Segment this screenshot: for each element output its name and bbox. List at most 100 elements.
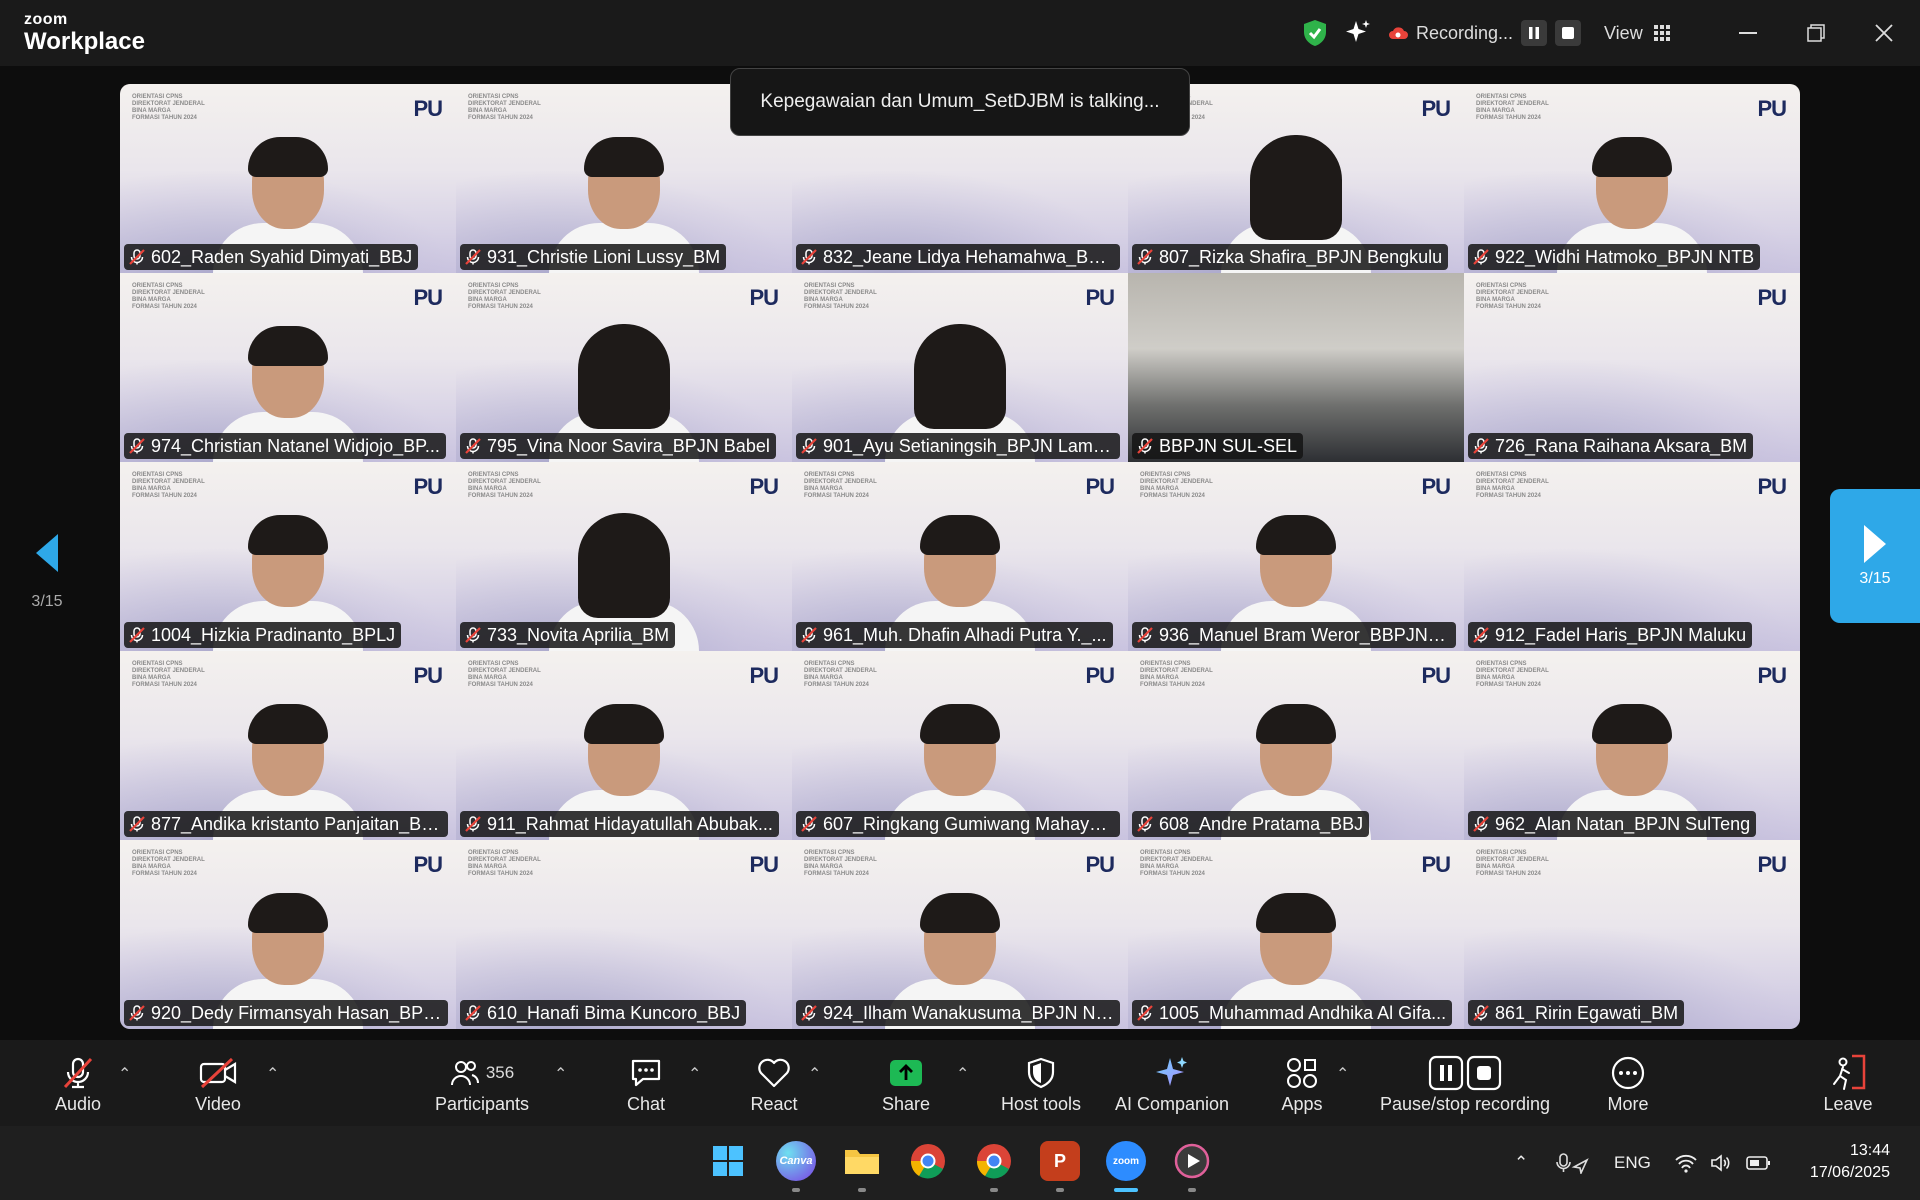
participants-options-caret-icon[interactable]: ⌃ (554, 1064, 567, 1084)
video-button[interactable]: Video (188, 1054, 248, 1118)
participant-video-tile[interactable]: ORIENTASI CPNSDIREKTORAT JENDERALBINA MA… (456, 840, 792, 1029)
muted-mic-icon (1137, 438, 1153, 454)
participant-video-tile[interactable]: ORIENTASI CPNSDIREKTORAT JENDERALBINA MA… (1464, 273, 1800, 462)
media-player-icon[interactable] (1172, 1141, 1212, 1181)
participant-video-tile[interactable]: ORIENTASI CPNSDIREKTORAT JENDERALBINA MA… (1128, 462, 1464, 651)
pu-logo: PU (413, 96, 443, 121)
apps-options-caret-icon[interactable]: ⌃ (1336, 1064, 1349, 1084)
ai-companion-button[interactable]: AI Companion (1112, 1054, 1232, 1118)
participant-video-tile[interactable]: ORIENTASI CPNSDIREKTORAT JENDERALBINA MA… (792, 840, 1128, 1029)
stop-recording-button[interactable] (1555, 20, 1582, 46)
participant-video-tile[interactable]: ORIENTASI CPNSDIREKTORAT JENDERALBINA MA… (120, 273, 456, 462)
audio-button[interactable]: Audio (48, 1054, 108, 1118)
participant-video-tile[interactable]: ORIENTASI CPNSDIREKTORAT JENDERALBINA MA… (792, 273, 1128, 462)
participant-name-label: 877_Andika kristanto Panjaitan_BP... (124, 811, 448, 837)
participant-video-tile[interactable]: ORIENTASI CPNSDIREKTORAT JENDERALBINA MA… (1128, 651, 1464, 840)
canva-app-icon[interactable]: Canva (776, 1141, 816, 1181)
participant-name-label: 922_Widhi Hatmoko_BPJN NTB (1468, 244, 1761, 270)
tile-header-text: ORIENTASI CPNSDIREKTORAT JENDERALBINA MA… (804, 283, 894, 311)
chat-button[interactable]: Chat (616, 1054, 676, 1118)
participants-label: Participants (434, 1094, 530, 1114)
participant-video-tile[interactable]: ORIENTASI CPNSDIREKTORAT JENDERALBINA MA… (1128, 840, 1464, 1029)
participant-video-tile[interactable]: BBPJN SUL-SEL (1128, 273, 1464, 462)
logo-workplace-text: Workplace (24, 28, 145, 55)
apps-button[interactable]: Apps (1272, 1054, 1332, 1118)
participant-video-tile[interactable]: ORIENTASI CPNSDIREKTORAT JENDERALBINA MA… (456, 462, 792, 651)
participant-video-tile[interactable]: ORIENTASI CPNSDIREKTORAT JENDERALBINA MA… (1464, 840, 1800, 1029)
chat-options-caret-icon[interactable]: ⌃ (688, 1064, 701, 1084)
share-options-caret-icon[interactable]: ⌃ (956, 1064, 969, 1084)
participants-button[interactable]: 356 Participants (432, 1054, 532, 1118)
react-options-caret-icon[interactable]: ⌃ (808, 1064, 821, 1084)
microphone-location-icon[interactable] (1556, 1126, 1590, 1200)
powerpoint-icon[interactable]: P (1040, 1141, 1080, 1181)
volume-icon[interactable] (1710, 1126, 1732, 1200)
host-tools-button[interactable]: Host tools (996, 1054, 1086, 1118)
audio-options-caret-icon[interactable]: ⌃ (118, 1064, 131, 1084)
ai-sparkle-icon[interactable] (1344, 0, 1372, 66)
chrome-icon[interactable] (908, 1141, 948, 1181)
muted-mic-icon (129, 627, 145, 643)
share-button[interactable]: Share (876, 1054, 936, 1118)
page-count-right: 3/15 (1859, 570, 1891, 587)
battery-icon[interactable] (1746, 1126, 1772, 1200)
tile-header-text: ORIENTASI CPNSDIREKTORAT JENDERALBINA MA… (1476, 850, 1566, 878)
pause-stop-recording-button[interactable]: Pause/stop recording (1370, 1054, 1560, 1118)
participant-video-tile[interactable]: ORIENTASI CPNSDIREKTORAT JENDERALBINA MA… (1464, 84, 1800, 273)
wifi-icon[interactable] (1674, 1126, 1698, 1200)
show-hidden-icons-caret-icon[interactable]: ⌃ (1514, 1126, 1528, 1200)
tile-header-line2: DIREKTORAT JENDERAL (468, 101, 541, 107)
muted-mic-icon (465, 627, 481, 643)
tile-header-text: ORIENTASI CPNSDIREKTORAT JENDERALBINA MA… (132, 94, 222, 122)
react-button[interactable]: React (744, 1054, 804, 1118)
participant-video-tile[interactable]: ORIENTASI CPNSDIREKTORAT JENDERALBINA MA… (120, 462, 456, 651)
restore-button[interactable] (1796, 0, 1836, 66)
tile-header-line2: DIREKTORAT JENDERAL (468, 857, 541, 863)
previous-page-button[interactable]: 3/15 (22, 532, 72, 611)
tile-header-line3: BINA MARGA (468, 108, 507, 114)
pause-recording-button[interactable] (1521, 20, 1548, 46)
system-clock[interactable]: 13:44 17/06/2025 (1810, 1140, 1890, 1184)
video-options-caret-icon[interactable]: ⌃ (266, 1064, 279, 1084)
participant-video-tile[interactable]: ORIENTASI CPNSDIREKTORAT JENDERALBINA MA… (792, 462, 1128, 651)
file-explorer-icon[interactable] (842, 1141, 882, 1181)
tile-header-text: ORIENTASI CPNSDIREKTORAT JENDERALBINA MA… (468, 283, 558, 311)
tile-header-line4: FORMASI TAHUN 2024 (1476, 682, 1541, 688)
muted-mic-icon (129, 816, 145, 832)
participant-video-tile[interactable]: ORIENTASI CPNSDIREKTORAT JENDERALBINA MA… (120, 84, 456, 273)
chrome-profile-icon[interactable] (974, 1141, 1014, 1181)
chrome-running-indicator (990, 1188, 998, 1192)
leave-button[interactable]: Leave (1818, 1054, 1878, 1118)
encryption-shield-icon[interactable] (1302, 0, 1328, 66)
muted-mic-icon (1473, 816, 1489, 832)
participant-video-tile[interactable]: ORIENTASI CPNSDIREKTORAT JENDERALBINA MA… (456, 273, 792, 462)
pause-stop-icon (1370, 1054, 1560, 1092)
participant-name: 733_Novita Aprilia_BM (487, 624, 670, 645)
participant-video-tile[interactable]: ORIENTASI CPNSDIREKTORAT JENDERALBINA MA… (1464, 651, 1800, 840)
restore-icon (1796, 13, 1836, 53)
input-language-indicator[interactable]: ENG (1614, 1126, 1651, 1200)
participant-name: 1004_Hizkia Pradinanto_BPLJ (151, 624, 396, 645)
pu-logo: PU (413, 663, 443, 688)
participant-video-tile[interactable]: ORIENTASI CPNSDIREKTORAT JENDERALBINA MA… (120, 840, 456, 1029)
windows-start-icon[interactable] (708, 1141, 748, 1181)
tile-header-text: ORIENTASI CPNSDIREKTORAT JENDERALBINA MA… (1476, 661, 1566, 689)
participant-video-tile[interactable]: ORIENTASI CPNSDIREKTORAT JENDERALBINA MA… (1464, 462, 1800, 651)
close-button[interactable] (1864, 0, 1904, 66)
view-button[interactable]: View (1604, 0, 1671, 66)
zoom-app-icon[interactable]: zoom (1106, 1141, 1146, 1181)
minimize-button[interactable] (1728, 0, 1768, 66)
participant-video-tile[interactable]: ORIENTASI CPNSDIREKTORAT JENDERALBINA MA… (792, 651, 1128, 840)
tile-header-line3: BINA MARGA (1140, 486, 1179, 492)
pu-logo: PU (1085, 474, 1115, 499)
tile-header-text: ORIENTASI CPNSDIREKTORAT JENDERALBINA MA… (1140, 472, 1230, 500)
next-page-button[interactable]: 3/15 (1830, 489, 1920, 623)
participant-video-tile[interactable]: ORIENTASI CPNSDIREKTORAT JENDERALBINA MA… (120, 651, 456, 840)
video-stage: ORIENTASI CPNS DIREKTORAT JENDERAL BINA MA… (0, 66, 1920, 1040)
participant-video-tile[interactable]: ORIENTASI CPNSDIREKTORAT JENDERALBINA MA… (456, 651, 792, 840)
tile-header-line3: BINA MARGA (468, 675, 507, 681)
more-button[interactable]: More (1598, 1054, 1658, 1118)
recording-indicator[interactable]: Recording... (1388, 0, 1582, 66)
participant-name: 936_Manuel Bram Weror_BBPJN P... (1159, 624, 1450, 645)
canva-running-indicator (792, 1188, 800, 1192)
